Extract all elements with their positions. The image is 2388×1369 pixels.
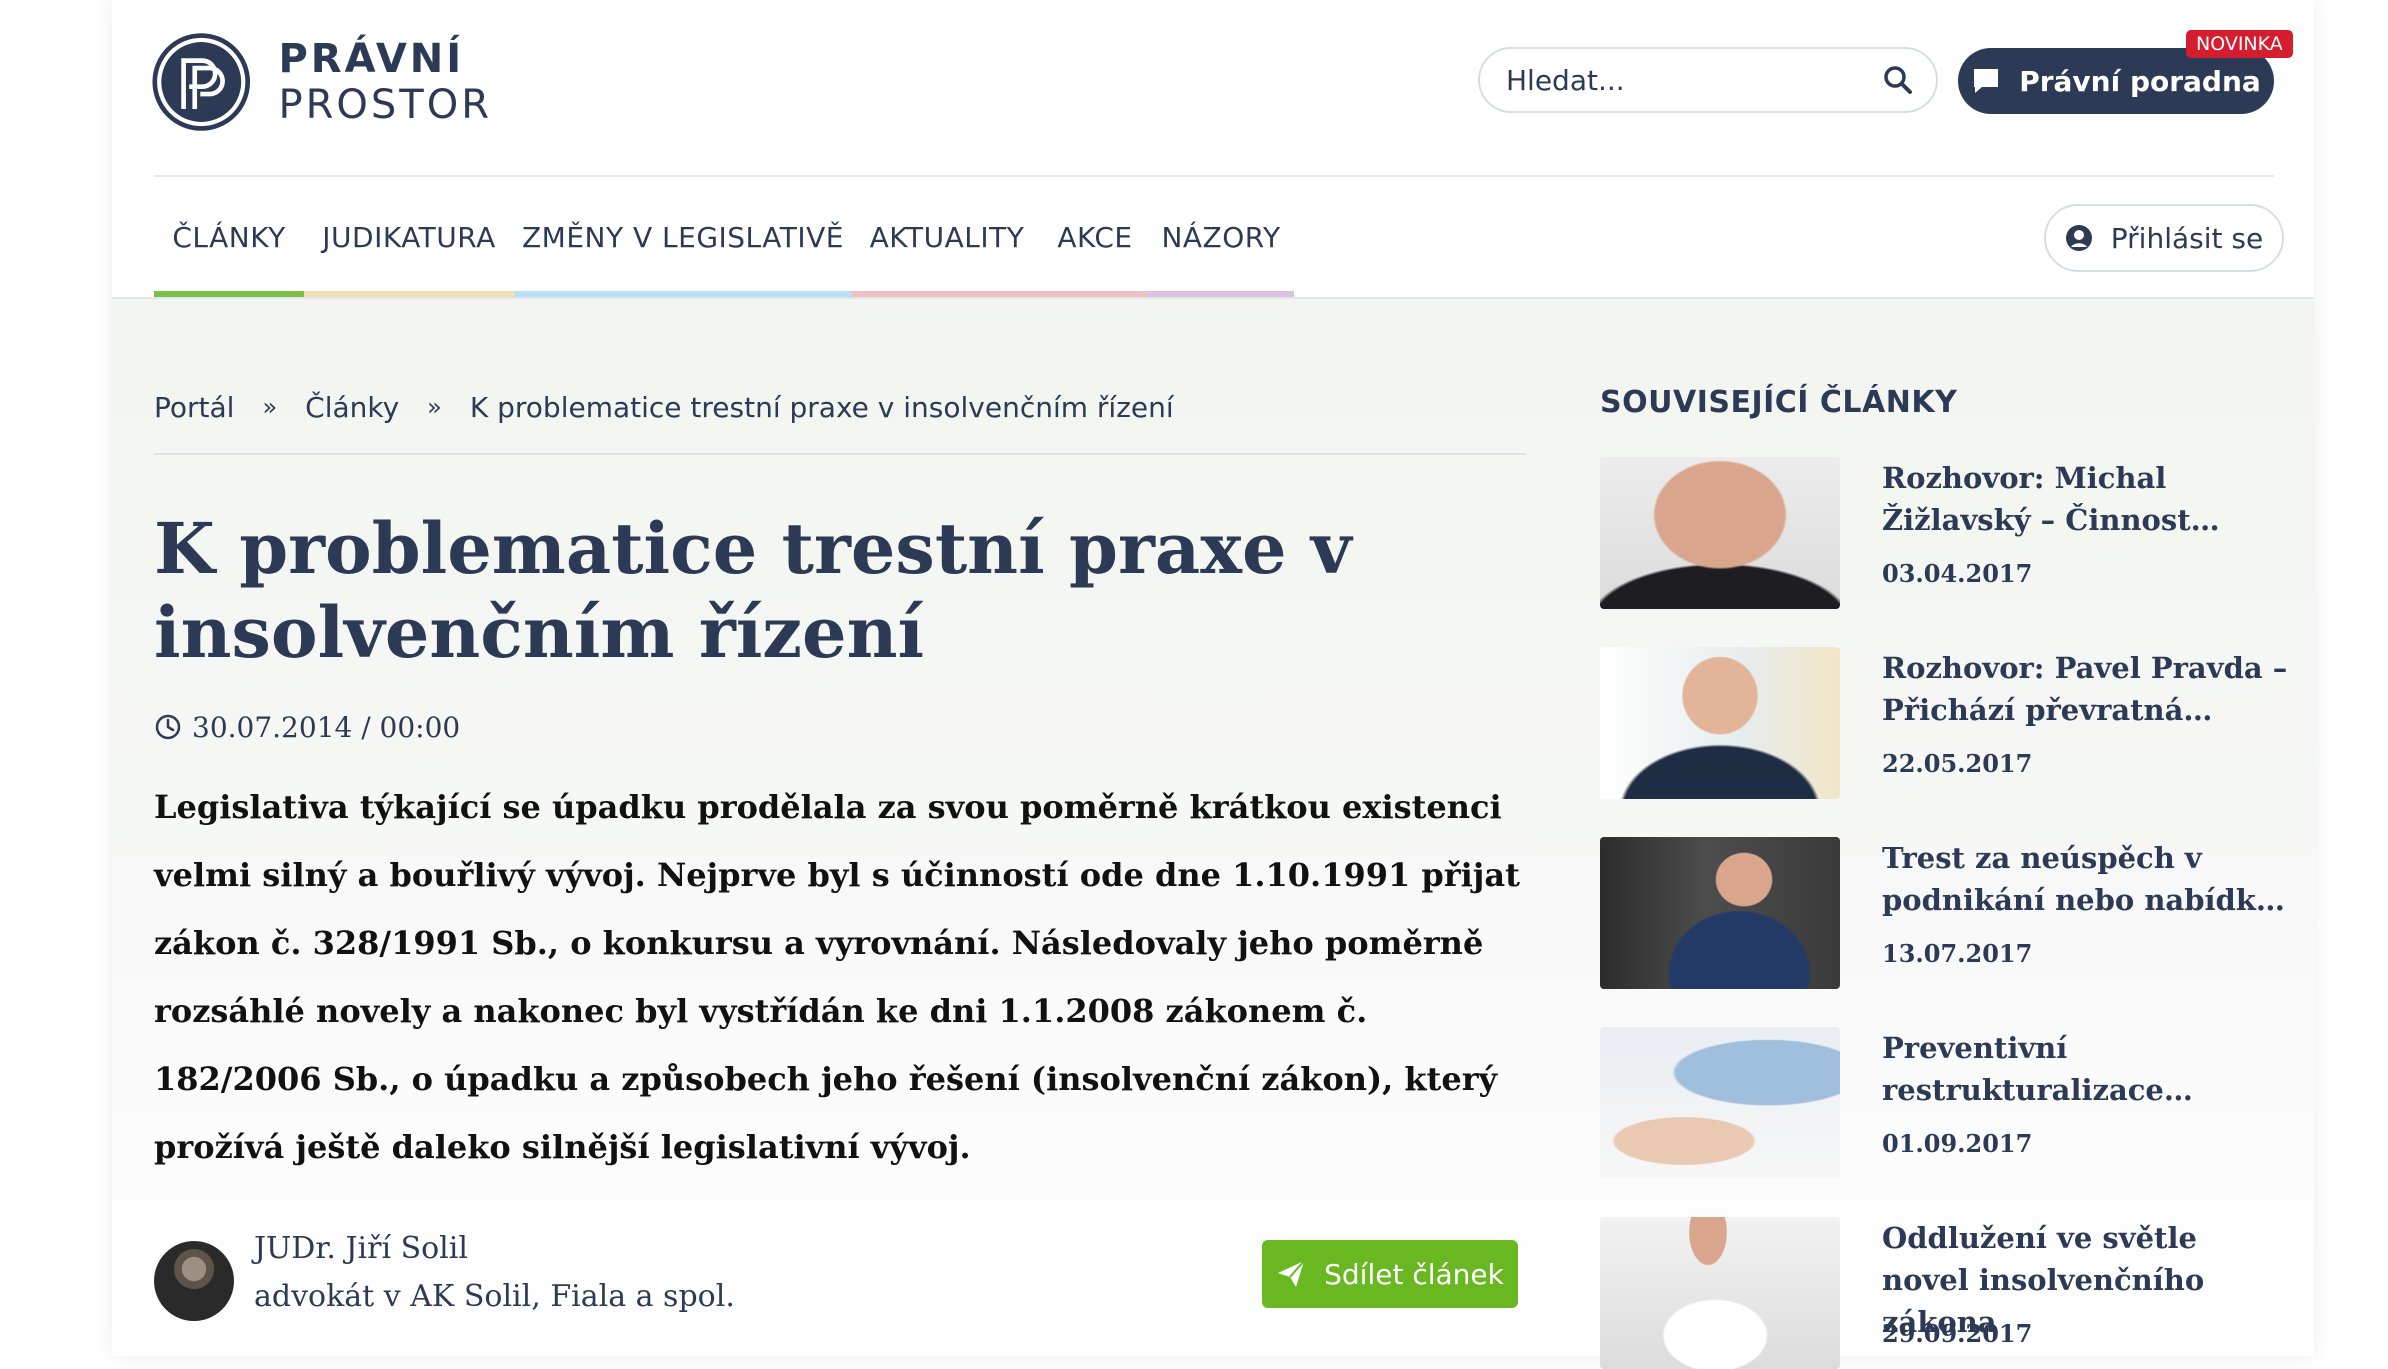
article-title: K problematice trestní praxe v insolvenč… (154, 507, 1352, 674)
related-article-thumbnail[interactable] (1600, 837, 1840, 989)
related-article[interactable]: Rozhovor: Pavel Pravda – Přichází převra… (1600, 647, 2287, 799)
related-article-thumbnail[interactable] (1600, 647, 1840, 799)
page: PRÁVNÍ PROSTOR Právní poradna NOVINKA ČL… (112, 0, 2314, 1369)
new-badge: NOVINKA (2186, 30, 2293, 58)
search-input[interactable] (1504, 62, 1868, 98)
nav-item-label: AKCE (1057, 220, 1133, 254)
logo-mark-icon (152, 33, 251, 131)
related-article-date: 29.09.2017 (1882, 1319, 2033, 1348)
chat-icon (1974, 69, 1999, 93)
related-article-date: 13.07.2017 (1882, 939, 2033, 968)
logo-text-bold: PRÁVNÍ (278, 36, 465, 82)
related-article[interactable]: Rozhovor: Michal Žižlavský – Činnost… 03… (1600, 457, 2280, 609)
article-lead: Legislativa týkající se úpadku prodělala… (154, 788, 1520, 1166)
nav-item-akce[interactable]: AKCE (1042, 177, 1148, 297)
breadcrumb-separator: » (262, 393, 278, 421)
login-label: Přihlásit se (2110, 221, 2264, 255)
author-avatar[interactable] (154, 1241, 234, 1321)
related-article-title[interactable]: Preventivní restrukturalizace… (1882, 1027, 2292, 1111)
logo-text: PRÁVNÍ PROSTOR (278, 36, 664, 128)
share-article-button[interactable]: Sdílet článek (1262, 1240, 1518, 1308)
related-article[interactable]: Oddlužení ve světle novel insolvenčního … (1600, 1217, 2280, 1369)
site-logo[interactable]: PRÁVNÍ PROSTOR (152, 27, 664, 137)
nav-item-judikatura[interactable]: JUDIKATURA (304, 177, 514, 297)
related-article-thumbnail[interactable] (1600, 1027, 1840, 1179)
breadcrumb-current: K problematice trestní praxe v insolvenč… (469, 390, 1174, 424)
nav-item-aktuality[interactable]: AKTUALITY (852, 177, 1042, 297)
article-meta: 30.07.2014 / 00:00 (154, 707, 460, 747)
clock-icon (155, 714, 181, 740)
site-header: PRÁVNÍ PROSTOR Právní poradna NOVINKA (112, 0, 2314, 175)
related-article-date: 22.05.2017 (1882, 749, 2033, 778)
search-box (1478, 47, 1938, 113)
main-nav: ČLÁNKY JUDIKATURA ZMĚNY V LEGISLATIVĚ AK… (154, 177, 1294, 297)
breadcrumb-clanky[interactable]: Články (305, 391, 399, 424)
breadcrumb-divider (154, 453, 1526, 455)
nav-item-label: ČLÁNKY (172, 220, 286, 254)
author-name[interactable]: JUDr. Jiří Solil (254, 1231, 468, 1266)
legal-advice-label: Právní poradna (2019, 64, 2261, 98)
related-article-title[interactable]: Trest za neúspěch v podnikání nebo nabíd… (1882, 837, 2292, 921)
breadcrumb-separator: » (427, 393, 442, 421)
breadcrumb: Portál » Články » K problematice trestní… (154, 387, 1174, 427)
logo-text-light: PROSTOR (278, 82, 492, 128)
nav-item-clanky[interactable]: ČLÁNKY (154, 177, 304, 297)
login-button[interactable]: Přihlásit se (2044, 204, 2284, 272)
related-article[interactable]: Preventivní restrukturalizace… 01.09.201… (1600, 1027, 2280, 1179)
nav-item-zmeny-v-legislative[interactable]: ZMĚNY V LEGISLATIVĚ (514, 177, 852, 297)
nav-item-label: JUDIKATURA (322, 220, 496, 254)
related-article-thumbnail[interactable] (1600, 457, 1840, 609)
nav-item-label: NÁZORY (1161, 220, 1281, 254)
related-article-thumbnail[interactable] (1600, 1217, 1840, 1369)
related-article[interactable]: Trest za neúspěch v podnikání nebo nabíd… (1600, 837, 2285, 989)
nav-item-label: AKTUALITY (869, 220, 1025, 254)
related-article-title[interactable]: Rozhovor: Pavel Pravda – Přichází převra… (1882, 647, 2292, 731)
breadcrumb-portal[interactable]: Portál (154, 391, 234, 424)
paper-plane-icon (1278, 1260, 1305, 1287)
related-article-title[interactable]: Rozhovor: Michal Žižlavský – Činnost… (1882, 457, 2292, 541)
related-article-date: 01.09.2017 (1882, 1129, 2033, 1158)
nav-item-nazory[interactable]: NÁZORY (1148, 177, 1294, 297)
user-icon (2065, 225, 2092, 251)
related-article-date: 03.04.2017 (1882, 559, 2033, 588)
search-icon[interactable] (1882, 64, 1914, 96)
share-article-label: Sdílet článek (1324, 1257, 1504, 1291)
main-content: Portál » Články » K problematice trestní… (112, 299, 2314, 1369)
related-articles-title: SOUVISEJÍCÍ ČLÁNKY (1600, 385, 1958, 420)
article-date: 30.07.2014 / 00:00 (192, 710, 461, 744)
nav-item-label: ZMĚNY V LEGISLATIVĚ (522, 220, 844, 254)
author-role: advokát v AK Solil, Fiala a spol. (254, 1279, 735, 1314)
